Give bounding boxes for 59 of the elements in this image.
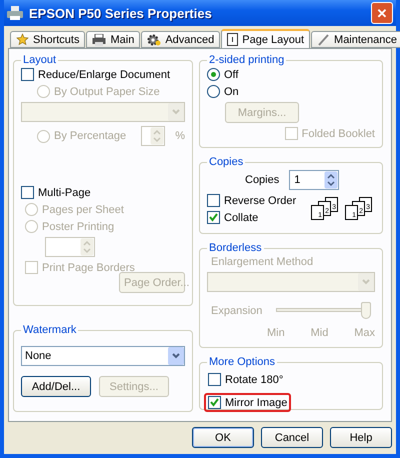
checkbox[interactable] [207, 194, 220, 207]
tick-label: Max [354, 327, 375, 339]
checkbox-label: Folded Booklet [302, 128, 375, 140]
dialog-button[interactable]: Cancel [261, 427, 323, 448]
close-button[interactable]: ✕ [371, 2, 393, 24]
enlargement-dropdown[interactable] [207, 272, 375, 292]
radio-button[interactable] [207, 68, 220, 81]
dialog-button[interactable]: Help [330, 427, 392, 448]
window-title: EPSON P50 Series Properties [29, 6, 213, 20]
star-icon [16, 33, 29, 46]
checkbox[interactable] [21, 68, 34, 81]
checkbox-label: Reduce/Enlarge Document [38, 68, 170, 80]
checkbox[interactable] [208, 396, 221, 409]
checkbox[interactable] [208, 373, 221, 386]
tick-label: Mid [310, 327, 328, 339]
radio-label: Pages per Sheet [42, 204, 124, 216]
group-title: Layout [22, 54, 58, 66]
checkbox-label: Print Page Borders [42, 262, 135, 274]
expansion-slider[interactable] [276, 302, 371, 319]
radio-label: By Percentage [54, 130, 126, 142]
printer-icon [7, 6, 23, 20]
watermark-dropdown[interactable]: None [21, 346, 185, 366]
radio-label: By Output Paper Size [54, 86, 160, 98]
checkbox-label: Collate [224, 212, 258, 224]
paper-size-dropdown[interactable] [21, 102, 185, 122]
gear-icon [147, 32, 162, 46]
checkbox[interactable] [21, 186, 34, 199]
group-title: Borderless [208, 242, 263, 254]
group-title: Watermark [22, 324, 78, 336]
checkbox-label: Mirror Image [225, 396, 288, 408]
dialog-button[interactable]: OK [192, 427, 254, 448]
enlargement-method-label: Enlargement Method [211, 256, 314, 268]
dialog-button[interactable]: Add/Del... [21, 376, 91, 397]
checkbox-label: Rotate 180° [225, 374, 284, 386]
checkbox-label: Reverse Order [224, 194, 296, 206]
checkbox-label: Multi-Page [38, 186, 91, 198]
group-title: More Options [208, 356, 276, 368]
tab[interactable]: Advanced [141, 31, 220, 48]
group-title: Copies [208, 156, 244, 168]
poster-field[interactable] [45, 237, 95, 257]
group-title: 2-sided printing [208, 54, 286, 66]
checkbox[interactable] [207, 211, 220, 224]
copies-field[interactable]: 1 [289, 170, 340, 190]
spin-arrows-icon[interactable] [324, 171, 338, 189]
tick-label: Min [267, 327, 285, 339]
radio-label: Poster Printing [42, 220, 114, 232]
tab[interactable]: Page Layout [221, 29, 310, 48]
copies-label: Copies [245, 174, 280, 186]
percent-unit: % [175, 130, 185, 142]
page-icon [227, 33, 238, 46]
printer-icon [92, 34, 106, 46]
percentage-field[interactable] [140, 126, 166, 146]
radio-label: On [224, 86, 239, 98]
radio-button[interactable] [207, 85, 220, 98]
radio-label: Off [224, 68, 238, 80]
tab[interactable]: Shortcuts [10, 31, 86, 48]
expansion-label: Expansion [211, 304, 262, 316]
tab[interactable]: Maintenance [311, 31, 400, 48]
tab[interactable]: Main [86, 31, 140, 48]
